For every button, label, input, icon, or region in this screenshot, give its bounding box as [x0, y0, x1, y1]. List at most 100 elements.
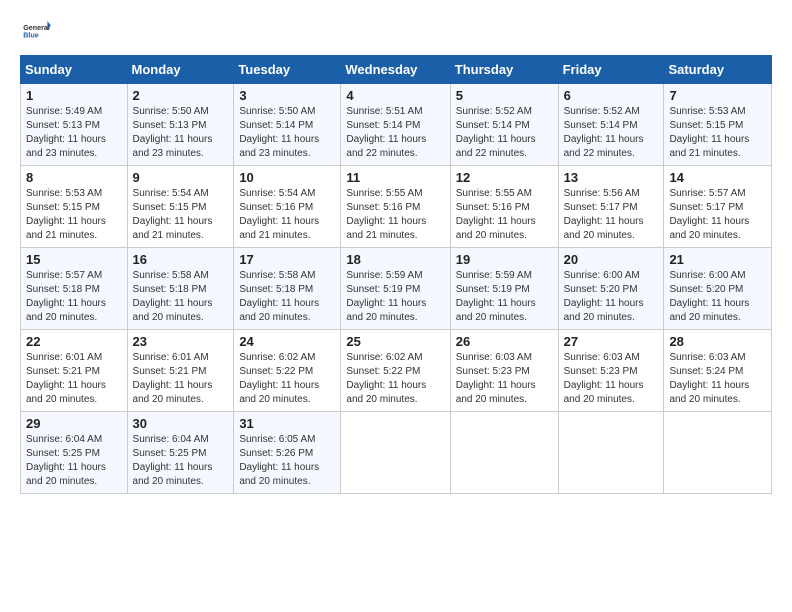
calendar-table: SundayMondayTuesdayWednesdayThursdayFrid…: [20, 55, 772, 494]
calendar-cell: 23 Sunrise: 6:01 AMSunset: 5:21 PMDayligh…: [127, 330, 234, 412]
day-info: Sunrise: 5:57 AMSunset: 5:18 PMDaylight:…: [26, 270, 106, 323]
day-info: Sunrise: 5:57 AMSunset: 5:17 PMDaylight:…: [669, 188, 749, 241]
day-info: Sunrise: 5:55 AMSunset: 5:16 PMDaylight:…: [456, 188, 536, 241]
calendar-cell: 14 Sunrise: 5:57 AMSunset: 5:17 PMDayligh…: [664, 166, 772, 248]
day-info: Sunrise: 5:52 AMSunset: 5:14 PMDaylight:…: [564, 106, 644, 159]
calendar-cell: 28 Sunrise: 6:03 AMSunset: 5:24 PMDayligh…: [664, 330, 772, 412]
calendar-cell: 9 Sunrise: 5:54 AMSunset: 5:15 PMDaylight…: [127, 166, 234, 248]
day-number: 22: [26, 334, 122, 349]
day-number: 23: [133, 334, 229, 349]
day-number: 3: [239, 88, 335, 103]
calendar-cell: 11 Sunrise: 5:55 AMSunset: 5:16 PMDayligh…: [341, 166, 450, 248]
day-info: Sunrise: 5:54 AMSunset: 5:15 PMDaylight:…: [133, 188, 213, 241]
day-info: Sunrise: 6:02 AMSunset: 5:22 PMDaylight:…: [239, 352, 319, 405]
calendar-cell: 8 Sunrise: 5:53 AMSunset: 5:15 PMDaylight…: [21, 166, 128, 248]
calendar-cell: 1 Sunrise: 5:49 AMSunset: 5:13 PMDaylight…: [21, 84, 128, 166]
day-number: 30: [133, 416, 229, 431]
day-number: 26: [456, 334, 553, 349]
svg-text:General: General: [23, 24, 50, 32]
logo: General Blue: [20, 20, 51, 47]
day-number: 16: [133, 252, 229, 267]
day-number: 5: [456, 88, 553, 103]
day-number: 7: [669, 88, 766, 103]
day-number: 19: [456, 252, 553, 267]
day-info: Sunrise: 6:01 AMSunset: 5:21 PMDaylight:…: [26, 352, 106, 405]
day-number: 29: [26, 416, 122, 431]
calendar-cell: 18 Sunrise: 5:59 AMSunset: 5:19 PMDayligh…: [341, 248, 450, 330]
day-info: Sunrise: 5:55 AMSunset: 5:16 PMDaylight:…: [346, 188, 426, 241]
day-info: Sunrise: 6:01 AMSunset: 5:21 PMDaylight:…: [133, 352, 213, 405]
calendar-cell: 17 Sunrise: 5:58 AMSunset: 5:18 PMDayligh…: [234, 248, 341, 330]
calendar-cell: 31 Sunrise: 6:05 AMSunset: 5:26 PMDayligh…: [234, 412, 341, 494]
day-info: Sunrise: 6:04 AMSunset: 5:25 PMDaylight:…: [26, 434, 106, 487]
weekday-header-friday: Friday: [558, 56, 664, 84]
day-number: 18: [346, 252, 444, 267]
calendar-cell: 26 Sunrise: 6:03 AMSunset: 5:23 PMDayligh…: [450, 330, 558, 412]
day-number: 9: [133, 170, 229, 185]
day-info: Sunrise: 5:58 AMSunset: 5:18 PMDaylight:…: [239, 270, 319, 323]
day-info: Sunrise: 6:05 AMSunset: 5:26 PMDaylight:…: [239, 434, 319, 487]
day-info: Sunrise: 6:03 AMSunset: 5:23 PMDaylight:…: [456, 352, 536, 405]
calendar-cell: 6 Sunrise: 5:52 AMSunset: 5:14 PMDaylight…: [558, 84, 664, 166]
day-info: Sunrise: 5:58 AMSunset: 5:18 PMDaylight:…: [133, 270, 213, 323]
calendar-cell: 3 Sunrise: 5:50 AMSunset: 5:14 PMDaylight…: [234, 84, 341, 166]
day-number: 2: [133, 88, 229, 103]
day-info: Sunrise: 5:51 AMSunset: 5:14 PMDaylight:…: [346, 106, 426, 159]
calendar-cell: 20Sunrise: 6:00 AMSunset: 5:20 PMDayligh…: [558, 248, 664, 330]
calendar-cell: [664, 412, 772, 494]
day-number: 20: [564, 252, 659, 267]
day-info: Sunrise: 6:03 AMSunset: 5:23 PMDaylight:…: [564, 352, 644, 405]
day-info: Sunrise: 5:59 AMSunset: 5:19 PMDaylight:…: [346, 270, 426, 323]
day-number: 6: [564, 88, 659, 103]
day-number: 17: [239, 252, 335, 267]
day-number: 11: [346, 170, 444, 185]
day-info: Sunrise: 5:56 AMSunset: 5:17 PMDaylight:…: [564, 188, 644, 241]
day-number: 4: [346, 88, 444, 103]
weekday-header-wednesday: Wednesday: [341, 56, 450, 84]
calendar-cell: 4 Sunrise: 5:51 AMSunset: 5:14 PMDaylight…: [341, 84, 450, 166]
calendar-cell: [450, 412, 558, 494]
calendar-cell: 10 Sunrise: 5:54 AMSunset: 5:16 PMDayligh…: [234, 166, 341, 248]
day-info: Sunrise: 5:49 AMSunset: 5:13 PMDaylight:…: [26, 106, 106, 159]
calendar-cell: 29 Sunrise: 6:04 AMSunset: 5:25 PMDayligh…: [21, 412, 128, 494]
day-number: 14: [669, 170, 766, 185]
calendar-cell: 7 Sunrise: 5:53 AMSunset: 5:15 PMDaylight…: [664, 84, 772, 166]
day-info: Sunrise: 6:03 AMSunset: 5:24 PMDaylight:…: [669, 352, 749, 405]
day-number: 28: [669, 334, 766, 349]
calendar-cell: 12 Sunrise: 5:55 AMSunset: 5:16 PMDayligh…: [450, 166, 558, 248]
day-number: 12: [456, 170, 553, 185]
calendar-cell: 24 Sunrise: 6:02 AMSunset: 5:22 PMDayligh…: [234, 330, 341, 412]
weekday-header-sunday: Sunday: [21, 56, 128, 84]
day-number: 31: [239, 416, 335, 431]
day-info: Sunrise: 5:52 AMSunset: 5:14 PMDaylight:…: [456, 106, 536, 159]
day-number: 10: [239, 170, 335, 185]
day-info: Sunrise: 5:53 AMSunset: 5:15 PMDaylight:…: [26, 188, 106, 241]
day-info: Sunrise: 5:53 AMSunset: 5:15 PMDaylight:…: [669, 106, 749, 159]
calendar-cell: 15 Sunrise: 5:57 AMSunset: 5:18 PMDayligh…: [21, 248, 128, 330]
day-number: 27: [564, 334, 659, 349]
day-number: 13: [564, 170, 659, 185]
calendar-cell: [558, 412, 664, 494]
calendar-cell: 13 Sunrise: 5:56 AMSunset: 5:17 PMDayligh…: [558, 166, 664, 248]
calendar-cell: 2 Sunrise: 5:50 AMSunset: 5:13 PMDaylight…: [127, 84, 234, 166]
day-info: Sunrise: 6:04 AMSunset: 5:25 PMDaylight:…: [133, 434, 213, 487]
day-info: Sunrise: 6:02 AMSunset: 5:22 PMDaylight:…: [346, 352, 426, 405]
calendar-cell: 22 Sunrise: 6:01 AMSunset: 5:21 PMDayligh…: [21, 330, 128, 412]
calendar-cell: 19 Sunrise: 5:59 AMSunset: 5:19 PMDayligh…: [450, 248, 558, 330]
calendar-cell: 16 Sunrise: 5:58 AMSunset: 5:18 PMDayligh…: [127, 248, 234, 330]
day-number: 15: [26, 252, 122, 267]
calendar-cell: 5 Sunrise: 5:52 AMSunset: 5:14 PMDaylight…: [450, 84, 558, 166]
calendar-cell: 27 Sunrise: 6:03 AMSunset: 5:23 PMDayligh…: [558, 330, 664, 412]
weekday-header-monday: Monday: [127, 56, 234, 84]
day-info: Sunrise: 5:50 AMSunset: 5:13 PMDaylight:…: [133, 106, 213, 159]
day-number: 21: [669, 252, 766, 267]
calendar-cell: 25Sunrise: 6:02 AMSunset: 5:22 PMDayligh…: [341, 330, 450, 412]
weekday-header-tuesday: Tuesday: [234, 56, 341, 84]
calendar-cell: [341, 412, 450, 494]
day-number: 8: [26, 170, 122, 185]
day-info: Sunrise: 5:54 AMSunset: 5:16 PMDaylight:…: [239, 188, 319, 241]
day-number: 1: [26, 88, 122, 103]
day-number: 24: [239, 334, 335, 349]
day-info: Sunrise: 5:59 AMSunset: 5:19 PMDaylight:…: [456, 270, 536, 323]
day-info: Sunrise: 5:50 AMSunset: 5:14 PMDaylight:…: [239, 106, 319, 159]
